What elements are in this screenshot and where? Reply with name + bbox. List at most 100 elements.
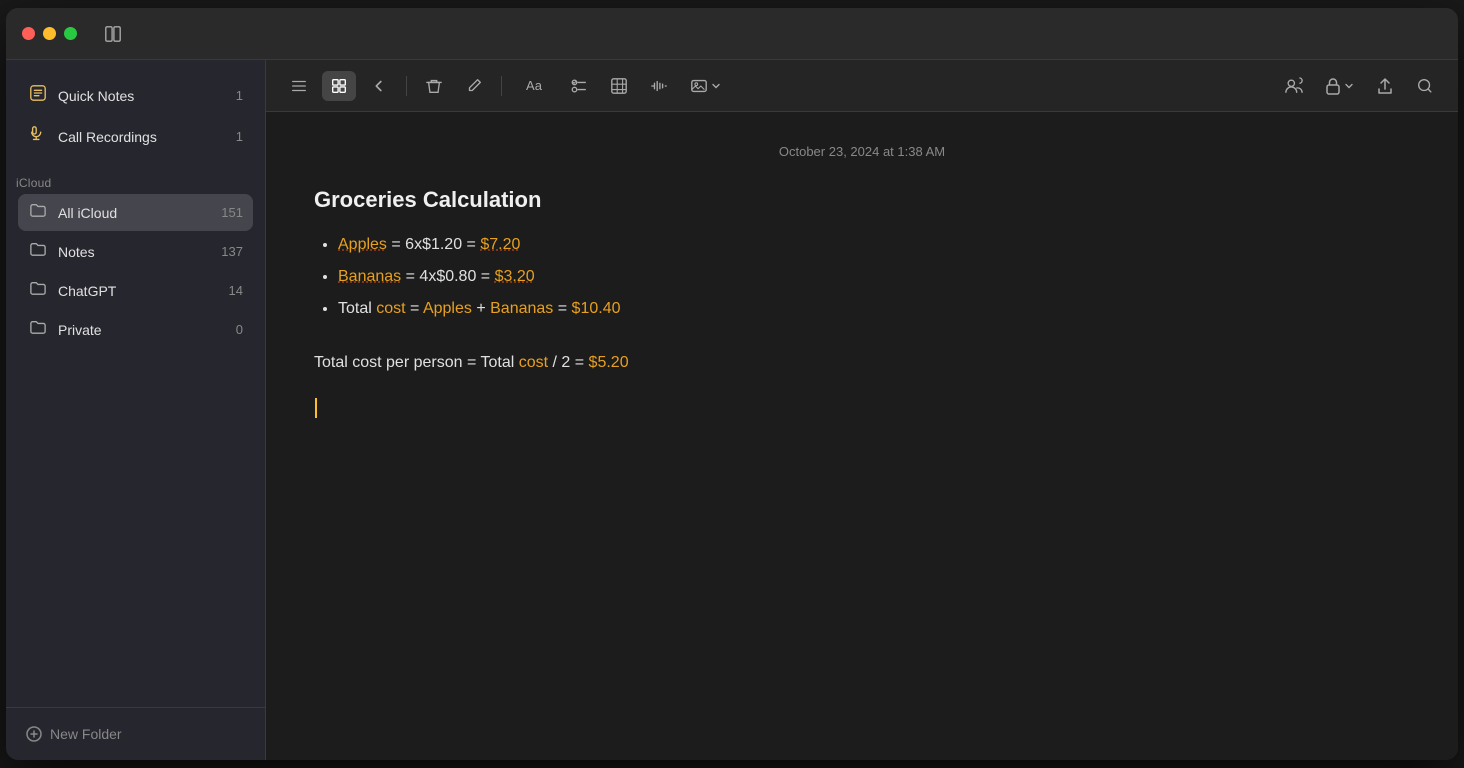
text-cursor [315,398,317,418]
cpp-value: $5.20 [589,354,629,371]
plus-circle-icon [26,726,42,742]
collaboration-icon [1284,77,1304,95]
apples-text: Apples [338,236,387,253]
checklist-icon [570,77,588,95]
image-icon [690,77,708,95]
total-text: Total [338,300,376,317]
bullet-apples: Apples = 6x$1.20 = $7.20 [338,229,1410,261]
sidebar-item-all-icloud[interactable]: All iCloud 151 [18,194,253,231]
note-title: Groceries Calculation [314,187,1410,213]
cursor-paragraph[interactable] [314,394,1410,423]
quick-notes-icon [28,84,48,107]
compose-button[interactable] [457,71,491,101]
sidebar: Quick Notes 1 Call Recordings 1 [6,60,266,760]
note-area: Aa [266,60,1458,760]
font-button[interactable]: Aa [512,71,556,101]
bananas-total: $3.20 [495,268,535,285]
quick-notes-count: 1 [236,88,243,103]
close-button[interactable] [22,27,35,40]
traffic-lights [22,27,77,40]
search-button[interactable] [1408,71,1442,101]
icloud-section-label: iCloud [6,164,265,194]
app-window: Quick Notes 1 Call Recordings 1 [6,8,1458,760]
folder-icon-private [28,319,48,340]
list-view-icon [290,77,308,95]
notes-label: Notes [58,244,211,260]
note-content[interactable]: October 23, 2024 at 1:38 AM Groceries Ca… [266,112,1458,760]
grid-view-button[interactable] [322,71,356,101]
new-folder-button[interactable]: New Folder [22,720,126,748]
cost-per-person: Total cost per person = Total cost / 2 =… [314,349,1410,378]
note-bullet-list: Apples = 6x$1.20 = $7.20 Bananas = 4x$0.… [314,229,1410,325]
sidebar-item-private[interactable]: Private 0 [18,311,253,348]
minimize-button[interactable] [43,27,56,40]
toolbar-separator-2 [501,76,502,96]
bananas-ref: Bananas [490,300,553,317]
folder-icon-chatgpt [28,280,48,301]
lock-icon [1325,77,1341,95]
lock-chevron-icon [1344,81,1354,91]
cpp-text-1: Total cost per person = Total [314,354,519,371]
sidebar-toggle-button[interactable] [97,20,129,48]
maximize-button[interactable] [64,27,77,40]
back-icon [370,77,388,95]
back-button[interactable] [362,71,396,101]
share-icon [1377,77,1393,95]
share-button[interactable] [1368,71,1402,101]
chatgpt-count: 14 [229,283,243,298]
call-recordings-label: Call Recordings [58,129,226,145]
bullet-total: Total cost = Apples + Bananas = $10.40 [338,293,1410,325]
compose-icon [465,77,483,95]
notes-count: 137 [221,244,243,259]
delete-button[interactable] [417,71,451,101]
sidebar-item-quick-notes[interactable]: Quick Notes 1 [18,76,253,115]
font-label: Aa [526,78,542,93]
trash-icon [425,77,443,95]
main-layout: Quick Notes 1 Call Recordings 1 [6,60,1458,760]
new-folder-label: New Folder [50,726,122,742]
sidebar-footer: New Folder [6,707,265,760]
audio-button[interactable] [642,71,676,101]
title-bar [6,8,1458,60]
cpp-cost: cost [519,354,548,371]
chatgpt-label: ChatGPT [58,283,219,299]
apples-calc-1: = 6x$1.20 = [391,236,480,253]
sidebar-item-notes[interactable]: Notes 137 [18,233,253,270]
call-recordings-count: 1 [236,129,243,144]
cpp-text-2: / 2 = [553,354,589,371]
apples-ref: Apples [423,300,472,317]
folder-icon-all-icloud [28,202,48,223]
table-icon [610,77,628,95]
checklist-button[interactable] [562,71,596,101]
sidebar-top: Quick Notes 1 Call Recordings 1 [6,60,265,164]
quick-notes-label: Quick Notes [58,88,226,104]
note-date: October 23, 2024 at 1:38 AM [314,144,1410,159]
collaboration-button[interactable] [1277,71,1311,101]
lock-button[interactable] [1317,71,1362,101]
total-eq: = [410,300,423,317]
private-label: Private [58,322,226,338]
equals-text: = [558,300,572,317]
all-icloud-count: 151 [221,205,243,220]
list-view-button[interactable] [282,71,316,101]
apples-total: $7.20 [480,236,520,253]
table-button[interactable] [602,71,636,101]
toolbar-separator-1 [406,76,407,96]
bananas-calc-1: = 4x$0.80 = [406,268,495,285]
chevron-down-icon [711,81,721,91]
note-toolbar: Aa [266,60,1458,112]
media-button[interactable] [682,71,729,101]
sidebar-item-call-recordings[interactable]: Call Recordings 1 [18,117,253,156]
sidebar-icon [104,25,122,43]
call-recordings-icon [28,125,48,148]
plus-text: + [476,300,490,317]
bananas-text: Bananas [338,268,401,285]
all-icloud-label: All iCloud [58,205,211,221]
search-icon [1416,77,1434,95]
sidebar-item-chatgpt[interactable]: ChatGPT 14 [18,272,253,309]
bullet-bananas: Bananas = 4x$0.80 = $3.20 [338,261,1410,293]
sidebar-folders: All iCloud 151 Notes 137 [6,194,265,348]
grand-total: $10.40 [572,300,621,317]
folder-icon-notes [28,241,48,262]
grid-view-icon [330,77,348,95]
